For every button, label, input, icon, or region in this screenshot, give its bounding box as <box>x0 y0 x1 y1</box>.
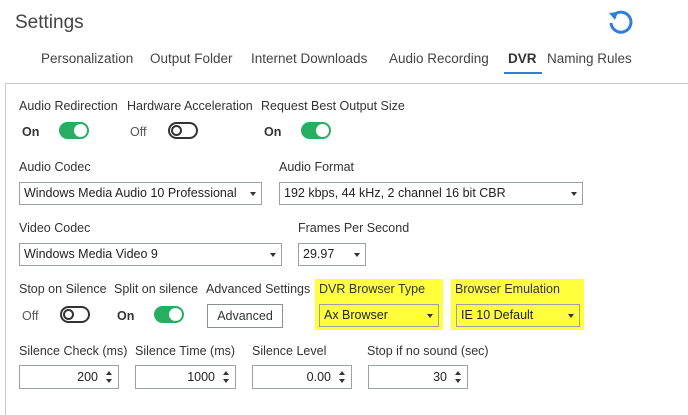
chevron-down-icon <box>427 314 433 318</box>
spin-up-icon[interactable] <box>106 371 112 375</box>
tab-bar: Personalization Output Folder Internet D… <box>0 51 688 74</box>
hardware-acceleration-label: Hardware Acceleration <box>127 99 253 113</box>
audio-codec-value: Windows Media Audio 10 Professional <box>24 186 237 200</box>
refresh-icon[interactable] <box>605 8 635 38</box>
chevron-down-icon <box>568 314 574 318</box>
browser-emulation-value: IE 10 Default <box>461 308 534 322</box>
dvr-browser-type-select[interactable]: Ax Browser <box>319 304 439 327</box>
audio-format-select[interactable]: 192 kbps, 44 kHz, 2 channel 16 bit CBR <box>279 182 583 205</box>
spin-up-icon[interactable] <box>455 371 461 375</box>
audio-redirection-label: Audio Redirection <box>19 99 118 113</box>
page-title: Settings <box>15 12 84 33</box>
chevron-down-icon <box>250 192 256 196</box>
spin-down-icon[interactable] <box>106 379 112 383</box>
spin-up-icon[interactable] <box>339 371 345 375</box>
silence-time-stepper[interactable]: 1000 <box>135 365 236 389</box>
frames-per-second-label: Frames Per Second <box>298 221 410 235</box>
tab-audio-recording[interactable]: Audio Recording <box>389 51 489 66</box>
chevron-down-icon <box>571 192 577 196</box>
dvr-browser-type-label: DVR Browser Type <box>319 282 426 296</box>
hardware-acceleration-state: Off <box>130 125 147 139</box>
silence-level-stepper[interactable]: 0.00 <box>252 365 352 389</box>
spin-up-icon[interactable] <box>223 371 229 375</box>
video-codec-select[interactable]: Windows Media Video 9 <box>19 243 282 266</box>
chevron-down-icon <box>354 253 360 257</box>
advanced-settings-label: Advanced Settings <box>206 282 311 296</box>
audio-redirection-state: On <box>22 125 40 139</box>
browser-emulation-label: Browser Emulation <box>455 282 560 296</box>
hardware-acceleration-toggle[interactable] <box>168 122 198 139</box>
request-best-output-label: Request Best Output Size <box>261 99 405 113</box>
tab-output-folder[interactable]: Output Folder <box>150 51 233 66</box>
stop-if-no-sound-label: Stop if no sound (sec) <box>367 344 489 358</box>
silence-level-value: 0.00 <box>306 370 331 384</box>
dvr-browser-type-value: Ax Browser <box>324 308 388 322</box>
spin-down-icon[interactable] <box>223 379 229 383</box>
stop-on-silence-label: Stop on Silence <box>19 282 107 296</box>
tab-personalization[interactable]: Personalization <box>41 51 133 66</box>
spin-down-icon[interactable] <box>339 379 345 383</box>
silence-check-stepper[interactable]: 200 <box>19 365 119 389</box>
split-on-silence-state: On <box>117 309 135 323</box>
tab-naming-rules[interactable]: Naming Rules <box>547 51 632 66</box>
frames-per-second-select[interactable]: 29.97 <box>298 243 366 266</box>
chevron-down-icon <box>270 253 276 257</box>
frames-per-second-value: 29.97 <box>303 247 335 261</box>
stop-if-no-sound-value: 30 <box>433 370 447 384</box>
stop-if-no-sound-stepper[interactable]: 30 <box>368 365 468 389</box>
audio-redirection-toggle[interactable] <box>59 122 89 139</box>
stop-on-silence-state: Off <box>22 309 39 323</box>
audio-format-value: 192 kbps, 44 kHz, 2 channel 16 bit CBR <box>284 186 506 200</box>
silence-check-value: 200 <box>77 370 98 384</box>
silence-level-label: Silence Level <box>252 344 327 358</box>
advanced-button[interactable]: Advanced <box>207 304 283 328</box>
silence-check-label: Silence Check (ms) <box>19 344 128 358</box>
silence-time-label: Silence Time (ms) <box>135 344 236 358</box>
tab-internet-downloads[interactable]: Internet Downloads <box>251 51 367 66</box>
split-on-silence-label: Split on silence <box>114 282 199 296</box>
request-best-output-state: On <box>264 125 282 139</box>
stop-on-silence-toggle[interactable] <box>60 306 90 323</box>
video-codec-value: Windows Media Video 9 <box>24 247 158 261</box>
browser-emulation-select[interactable]: IE 10 Default <box>456 304 580 327</box>
audio-format-label: Audio Format <box>279 160 355 174</box>
split-on-silence-toggle[interactable] <box>154 306 184 323</box>
spin-down-icon[interactable] <box>455 379 461 383</box>
video-codec-label: Video Codec <box>19 221 91 235</box>
request-best-output-toggle[interactable] <box>301 122 331 139</box>
tab-dvr[interactable]: DVR <box>508 51 537 66</box>
active-tab-indicator <box>504 72 542 74</box>
audio-codec-select[interactable]: Windows Media Audio 10 Professional <box>19 182 262 205</box>
audio-codec-label: Audio Codec <box>19 160 91 174</box>
silence-time-value: 1000 <box>187 370 215 384</box>
